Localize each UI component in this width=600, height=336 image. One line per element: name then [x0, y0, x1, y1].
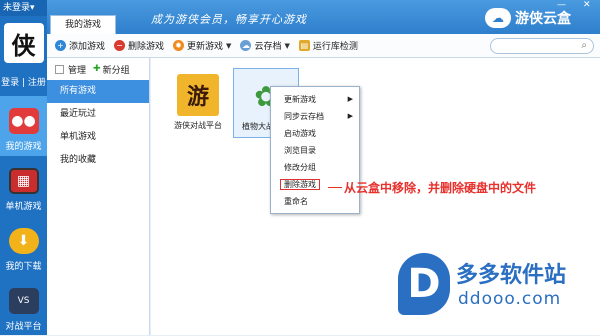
submenu-arrow-icon: ▶	[347, 95, 353, 103]
sidebar-item-label: 我的下载	[5, 262, 42, 272]
menu-item-label: 同步云存档	[284, 112, 324, 121]
toolbar: + 添加游戏 − 删除游戏 ✹ 更新游戏 ▼ ☁ 云存档 ▼ ▤ 运行库检测 ⌕	[47, 34, 600, 58]
add-icon: +	[55, 40, 66, 51]
menu-item-label: 启动游戏	[284, 129, 316, 138]
sidebar-item-label: 我的游戏	[5, 142, 42, 152]
sidebar-item-downloads[interactable]: ⬇ 我的下载	[0, 216, 47, 276]
battle-platform-icon: VS	[8, 288, 39, 314]
tab-my-games[interactable]: 我的游戏	[50, 15, 116, 34]
app-logo: 侠	[3, 23, 44, 63]
category-all-games[interactable]: 所有游戏	[47, 80, 149, 103]
category-favorites[interactable]: 我的收藏	[47, 149, 149, 172]
manage-label[interactable]: 管理	[68, 63, 86, 76]
game-name: 游侠对战平台	[174, 121, 222, 130]
menu-item-change-group[interactable]: 修改分组	[271, 159, 359, 176]
cloud-icon: ☁	[240, 40, 252, 51]
game-icon: 游	[177, 74, 219, 116]
menu-item-label: 更新游戏	[284, 95, 316, 104]
slogan: 成为游侠会员，畅享开心游戏	[151, 13, 307, 26]
left-rail: 未登录▾ 侠 登录 | 注册 ●● 我的游戏 ▦ 单机游戏 ⬇ 我的下载 VS …	[0, 0, 47, 335]
category-panel: 管理 ✚ 新分组 所有游戏 最近玩过 单机游戏 我的收藏	[47, 58, 150, 335]
delete-game-button[interactable]: − 删除游戏	[114, 39, 164, 52]
category-recent[interactable]: 最近玩过	[47, 103, 149, 126]
menu-item-label: 删除游戏	[280, 179, 320, 190]
search-input[interactable]: ⌕	[490, 38, 594, 54]
cloud-logo-icon: ☁	[485, 8, 511, 28]
submenu-arrow-icon: ▶	[347, 112, 353, 120]
chevron-down-icon[interactable]: ▼	[284, 42, 289, 50]
add-game-label: 添加游戏	[69, 42, 106, 52]
login-status-text: 未登录	[3, 3, 31, 13]
delete-icon: −	[114, 40, 126, 51]
sidebar-item-battle-platform[interactable]: VS 对战平台	[0, 276, 47, 336]
library-check-label: 运行库检测	[312, 42, 358, 52]
cloud-save-button[interactable]: ☁ 云存档 ▼	[240, 39, 290, 52]
plus-icon: ✚	[93, 64, 101, 74]
watermark: D 多多软件站 ddooo.com	[398, 251, 583, 321]
menu-item-label: 重命名	[284, 197, 308, 206]
arcade-icon: ▦	[8, 168, 39, 194]
menu-item-label: 修改分组	[284, 163, 316, 172]
add-game-button[interactable]: + 添加游戏	[55, 39, 105, 52]
download-icon: ⬇	[8, 228, 39, 254]
sidebar-item-my-games[interactable]: ●● 我的游戏	[0, 96, 47, 156]
brand-name: 游侠云盒	[515, 11, 571, 27]
login-link[interactable]: 登录	[1, 78, 19, 88]
delete-game-label: 删除游戏	[128, 42, 165, 52]
manage-checkbox[interactable]	[55, 64, 64, 74]
menu-item-update[interactable]: 更新游戏 ▶	[271, 91, 359, 108]
menu-item-launch[interactable]: 启动游戏	[271, 125, 359, 142]
update-game-button[interactable]: ✹ 更新游戏 ▼	[173, 39, 231, 52]
library-icon: ▤	[298, 40, 310, 51]
app-logo-char: 侠	[11, 30, 36, 60]
menu-item-label: 浏览目录	[284, 146, 316, 155]
update-icon: ✹	[173, 40, 185, 51]
watermark-url: ddooo.com	[458, 289, 562, 309]
annotation-text: 从云盒中移除，并删除硬盘中的文件	[344, 181, 537, 195]
header-bar: 我的游戏 成为游侠会员，畅享开心游戏 ☁ 游侠云盒 — ✕	[47, 0, 600, 34]
sidebar-item-label: 对战平台	[5, 322, 42, 332]
register-link[interactable]: 注册	[28, 78, 46, 88]
update-game-label: 更新游戏	[187, 42, 224, 52]
sidebar-item-label: 单机游戏	[5, 202, 42, 212]
close-button[interactable]: ✕	[583, 0, 591, 10]
library-check-button[interactable]: ▤ 运行库检测	[298, 39, 358, 52]
gamepad-icon: ●●	[8, 108, 39, 134]
annotation-connector	[328, 187, 342, 188]
game-tile[interactable]: 游 游侠对战平台	[165, 68, 231, 138]
menu-item-browse-folder[interactable]: 浏览目录	[271, 142, 359, 159]
cloud-save-label: 云存档	[254, 42, 282, 52]
search-icon[interactable]: ⌕	[581, 40, 587, 51]
minimize-button[interactable]: —	[557, 0, 566, 10]
game-icon-char: 游	[186, 85, 209, 110]
watermark-title: 多多软件站	[456, 263, 567, 288]
login-separator: |	[21, 78, 26, 88]
login-status-arrow: ▾	[30, 3, 35, 13]
menu-item-sync-cloud-save[interactable]: 同步云存档 ▶	[271, 108, 359, 125]
new-group-button[interactable]: 新分组	[103, 63, 130, 76]
watermark-logo: D	[398, 253, 450, 315]
category-single[interactable]: 单机游戏	[47, 126, 149, 149]
sidebar-item-single-games[interactable]: ▦ 单机游戏	[0, 156, 47, 216]
login-register: 登录 | 注册	[0, 75, 47, 88]
chevron-down-icon[interactable]: ▼	[226, 42, 231, 50]
login-status[interactable]: 未登录▾	[0, 0, 47, 16]
brand: ☁ 游侠云盒	[485, 8, 571, 28]
category-header: 管理 ✚ 新分组	[47, 58, 149, 80]
